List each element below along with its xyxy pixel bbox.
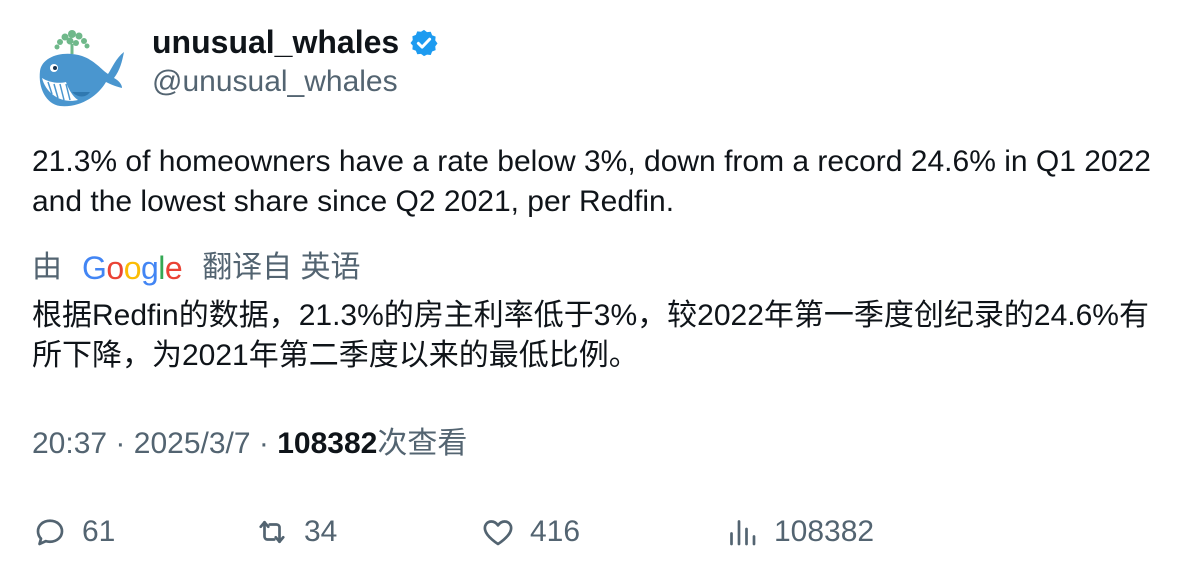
tweet-meta: 20:37 · 2025/3/7 · 108382次查看: [32, 424, 467, 464]
tweet-time[interactable]: 20:37: [32, 427, 107, 460]
tweet-text: 21.3% of homeowners have a rate below 3%…: [32, 145, 1151, 218]
display-name-text[interactable]: unusual_whales: [152, 22, 399, 62]
account-handle[interactable]: @unusual_whales: [152, 62, 398, 102]
avatar[interactable]: [32, 26, 126, 112]
like-button[interactable]: 416: [480, 510, 580, 554]
analytics-icon: [730, 520, 756, 546]
views-count-action: 108382: [774, 515, 875, 548]
meta-separator: ·: [258, 427, 269, 460]
tweet-date[interactable]: 2025/3/7: [134, 427, 251, 460]
views-button[interactable]: 108382: [724, 510, 874, 554]
display-name[interactable]: unusual_whales: [152, 22, 439, 62]
reply-icon: [36, 519, 64, 546]
translation-attribution: 由 Google 翻译自 英语: [32, 248, 361, 288]
heart-icon: [483, 520, 513, 546]
views-count: 108382: [277, 427, 378, 460]
translation-suffix: 翻译自 英语: [202, 251, 361, 284]
views-label: 次查看: [377, 427, 468, 460]
like-count: 416: [530, 515, 581, 548]
meta-separator: ·: [115, 427, 126, 460]
translation-prefix: 由: [32, 251, 62, 284]
reply-count: 61: [82, 515, 116, 548]
translated-text: 根据Redfin的数据，21.3%的房主利率低于3%，较2022年第一季度创纪录…: [32, 299, 1149, 372]
verified-badge-icon: [409, 27, 439, 57]
reply-button[interactable]: 61: [32, 510, 115, 554]
retweet-button[interactable]: 34: [254, 510, 337, 554]
google-logo[interactable]: Google: [82, 248, 183, 288]
retweet-count: 34: [304, 515, 338, 548]
whale-logo-icon: [39, 30, 124, 107]
retweet-icon: [259, 520, 285, 544]
